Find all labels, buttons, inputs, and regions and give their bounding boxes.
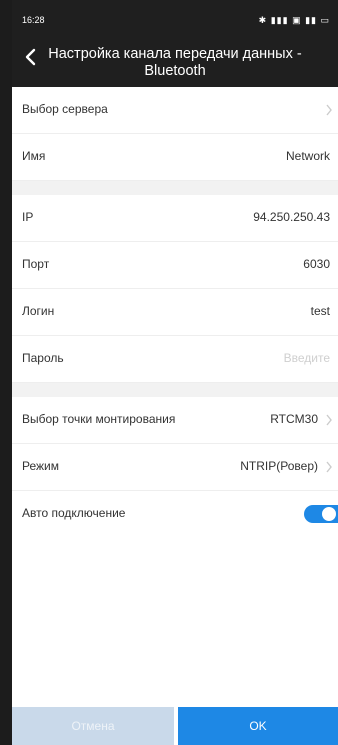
ok-button[interactable]: OK: [178, 707, 338, 745]
section-divider: [12, 181, 338, 195]
row-password[interactable]: Пароль Введите: [12, 336, 338, 383]
password-label: Пароль: [22, 351, 64, 365]
section-divider: [12, 383, 338, 397]
status-bar: 16:28 ✱ ▮▮▮ ▣ ▮▮ ▭: [22, 15, 330, 29]
port-value[interactable]: 6030: [303, 257, 330, 271]
auto-connect-toggle[interactable]: [304, 505, 338, 523]
chevron-right-icon: [326, 414, 332, 426]
password-input[interactable]: Введите: [284, 351, 330, 365]
row-login[interactable]: Логин test: [12, 289, 338, 336]
back-arrow-icon[interactable]: [20, 46, 42, 68]
row-server-select[interactable]: Выбор сервера: [12, 87, 338, 134]
row-mount-point[interactable]: Выбор точки монтирования RTCM30: [12, 397, 338, 444]
status-icons: ✱ ▮▮▮ ▣ ▮▮ ▭: [258, 15, 330, 25]
row-name[interactable]: Имя Network: [12, 134, 338, 181]
row-port[interactable]: Порт 6030: [12, 242, 338, 289]
status-time: 16:28: [22, 15, 45, 25]
name-label: Имя: [22, 149, 46, 163]
mode-value: NTRIP(Ровер): [240, 459, 318, 473]
auto-connect-label: Авто подключение: [22, 506, 126, 520]
mount-point-label: Выбор точки монтирования: [22, 412, 176, 426]
phone-screen: 16:28 ✱ ▮▮▮ ▣ ▮▮ ▭ Настройка канала пере…: [12, 0, 338, 745]
name-value[interactable]: Network: [286, 149, 330, 163]
settings-list: Выбор сервера Имя Network IP 94.250.250.…: [12, 87, 338, 537]
footer-buttons: Отмена OK: [12, 707, 338, 745]
chevron-right-icon: [326, 461, 332, 473]
cancel-button[interactable]: Отмена: [12, 707, 174, 745]
top-bar: 16:28 ✱ ▮▮▮ ▣ ▮▮ ▭ Настройка канала пере…: [12, 0, 338, 87]
mount-point-value: RTCM30: [270, 412, 318, 426]
chevron-right-icon: [326, 104, 332, 116]
mode-label: Режим: [22, 459, 59, 473]
server-select-label: Выбор сервера: [22, 102, 108, 116]
login-label: Логин: [22, 304, 55, 318]
row-mode[interactable]: Режим NTRIP(Ровер): [12, 444, 338, 491]
row-auto-connect: Авто подключение: [12, 491, 338, 537]
row-ip[interactable]: IP 94.250.250.43: [12, 195, 338, 242]
toggle-knob: [322, 507, 336, 521]
page-title: Настройка канала передачи данных - Bluet…: [48, 46, 302, 79]
login-value[interactable]: test: [311, 304, 330, 318]
ip-label: IP: [22, 210, 34, 224]
ip-value[interactable]: 94.250.250.43: [253, 210, 330, 224]
port-label: Порт: [22, 257, 50, 271]
